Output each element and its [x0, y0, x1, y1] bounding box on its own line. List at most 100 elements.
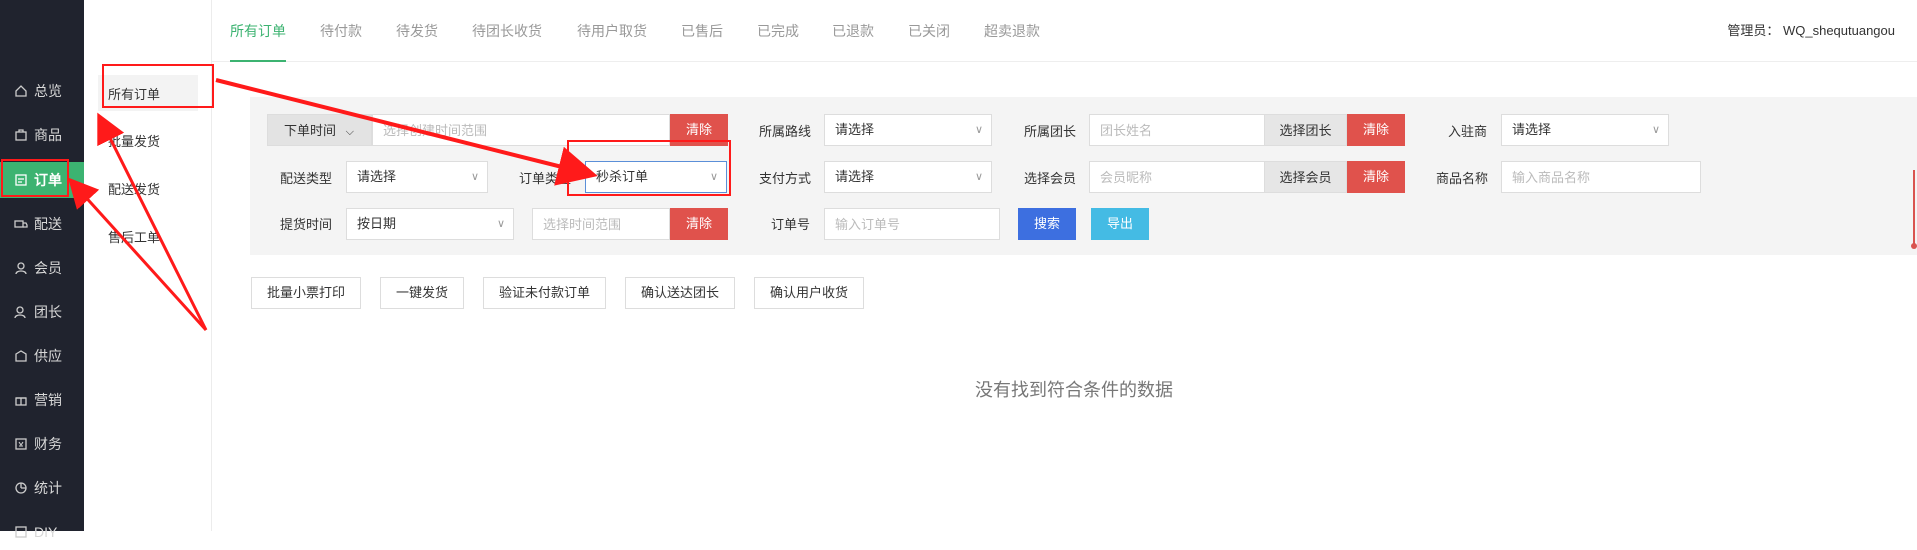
sidebar-item-supply[interactable]: 供应 — [0, 338, 84, 374]
select-member-button[interactable]: 选择会员 — [1264, 161, 1347, 193]
clear-member-button[interactable]: 清除 — [1347, 161, 1405, 193]
sidebar-item-label: 团长 — [34, 304, 62, 320]
tab-completed[interactable]: 已完成 — [757, 0, 799, 62]
sidebar-item-label: 商品 — [34, 127, 62, 143]
confirm-user-receipt-button[interactable]: 确认用户收货 — [754, 277, 864, 309]
goods-icon — [14, 128, 28, 142]
scrollbar[interactable] — [1911, 170, 1917, 250]
annotation-arrows — [67, 78, 598, 332]
chevron-down-icon: ∨ — [974, 124, 983, 136]
user-icon — [14, 261, 28, 275]
supply-icon — [14, 349, 28, 363]
sidebar-item-label: 会员 — [34, 260, 62, 276]
leader-label: 所属团长 — [1024, 124, 1077, 139]
sidebar-item-label: 统计 — [34, 480, 62, 496]
order-no-label: 订单号 — [771, 217, 811, 232]
route-label: 所属路线 — [759, 124, 812, 139]
merchant-select[interactable]: 请选择 ∨ — [1501, 114, 1669, 146]
sidebar-item-leaders[interactable]: 团长 — [0, 294, 84, 330]
sidebar-item-stats[interactable]: 统计 — [0, 470, 84, 506]
time-type-dropdown[interactable]: 下单时间 ⌵ — [267, 114, 372, 146]
tab-pending-user-pickup[interactable]: 待用户取货 — [577, 0, 647, 62]
sidebar-item-label: 营销 — [34, 392, 62, 408]
sidebar-item-label: 配送 — [34, 216, 62, 232]
highlight-box-all-orders — [102, 64, 214, 108]
chevron-down-icon: ⌵ — [345, 126, 354, 138]
delivery-type-select[interactable]: 请选择 ∨ — [346, 161, 488, 193]
leader-icon — [14, 305, 28, 319]
filter-panel: 下单时间 ⌵ 清除 所属路线 请选择 ∨ 所属团长 选择团长 清除 入驻商 请选… — [250, 97, 1917, 255]
export-button[interactable]: 导出 — [1091, 208, 1149, 240]
verify-unpaid-button[interactable]: 验证未付款订单 — [483, 277, 606, 309]
confirm-leader-delivery-button[interactable]: 确认送达团长 — [625, 277, 735, 309]
sidebar-item-members[interactable]: 会员 — [0, 250, 84, 286]
leader-name-input[interactable] — [1089, 114, 1265, 146]
tab-pending-shipment[interactable]: 待发货 — [396, 0, 438, 62]
sidebar-item-label: DIY — [34, 524, 58, 540]
subnav-item-label: 售后工单 — [108, 229, 161, 245]
batch-print-receipt-button[interactable]: 批量小票打印 — [251, 277, 361, 309]
tab-refunded[interactable]: 已退款 — [832, 0, 874, 62]
tab-all-orders[interactable]: 所有订单 — [230, 0, 286, 62]
home-icon — [14, 84, 28, 98]
pickup-time-select[interactable]: 按日期 ∨ — [346, 208, 514, 240]
route-select-value: 请选择 — [835, 122, 875, 137]
order-status-tabs: 所有订单 待付款 待发货 待团长收货 待用户取货 已售后 已完成 已退款 已关闭… — [212, 0, 1917, 62]
sidebar-item-label: 供应 — [34, 348, 62, 364]
merchant-select-value: 请选择 — [1512, 122, 1552, 137]
sidebar-item-finance[interactable]: 财务 — [0, 426, 84, 462]
subnav-item-batch-ship[interactable]: 批量发货 — [98, 122, 198, 158]
tab-closed[interactable]: 已关闭 — [908, 0, 950, 62]
chevron-down-icon: ∨ — [496, 218, 505, 230]
sidebar-item-diy[interactable]: DIY — [0, 514, 84, 550]
sidebar-item-label: 总览 — [34, 83, 62, 99]
subnav-item-after-sales[interactable]: 售后工单 — [98, 218, 198, 254]
subnav-item-delivery-ship[interactable]: 配送发货 — [98, 170, 198, 206]
route-select[interactable]: 请选择 ∨ — [824, 114, 992, 146]
order-no-input[interactable] — [824, 208, 1000, 240]
finance-icon — [14, 437, 28, 451]
delivery-type-select-value: 请选择 — [357, 169, 397, 184]
pickup-time-label: 提货时间 — [280, 217, 333, 232]
select-leader-button[interactable]: 选择团长 — [1264, 114, 1347, 146]
chevron-down-icon: ∨ — [1651, 124, 1660, 136]
sidebar-item-label: 财务 — [34, 436, 62, 452]
pay-method-label: 支付方式 — [759, 171, 812, 186]
member-nickname-input[interactable] — [1089, 161, 1265, 193]
order-type-label: 订单类型 — [519, 171, 572, 186]
clear-leader-button[interactable]: 清除 — [1347, 114, 1405, 146]
diy-icon — [14, 525, 28, 539]
pay-method-select[interactable]: 请选择 ∨ — [824, 161, 992, 193]
subnav-item-label: 配送发货 — [108, 181, 161, 197]
one-click-ship-button[interactable]: 一键发货 — [380, 277, 464, 309]
tab-pending-payment[interactable]: 待付款 — [320, 0, 362, 62]
tab-oversold-refund[interactable]: 超卖退款 — [984, 0, 1040, 62]
highlight-box-order-type — [567, 140, 731, 196]
highlight-box-orders — [1, 159, 69, 197]
chevron-down-icon: ∨ — [470, 171, 479, 183]
stats-icon — [14, 481, 28, 495]
delivery-type-label: 配送类型 — [280, 171, 333, 186]
chevron-down-icon: ∨ — [974, 171, 983, 183]
time-type-label: 下单时间 — [284, 123, 337, 138]
pickup-time-range-input[interactable] — [532, 208, 670, 240]
member-label: 选择会员 — [1024, 171, 1077, 186]
product-name-label: 商品名称 — [1436, 171, 1489, 186]
sidebar-item-goods[interactable]: 商品 — [0, 117, 84, 153]
sidebar-item-delivery[interactable]: 配送 — [0, 206, 84, 242]
delivery-icon — [14, 217, 28, 231]
pickup-time-select-value: 按日期 — [357, 216, 397, 231]
empty-state-message: 没有找到符合条件的数据 — [975, 380, 1173, 400]
merchant-label: 入驻商 — [1448, 124, 1488, 139]
search-button[interactable]: 搜索 — [1018, 208, 1076, 240]
main-sidebar: 总览 商品 订单 配送 会员 团长 供应 营销 财务 统计 DIY — [0, 0, 84, 540]
admin-label: 管理员： WQ_shequtuangou — [1727, 23, 1895, 38]
pay-method-select-value: 请选择 — [835, 169, 875, 184]
product-name-input[interactable] — [1501, 161, 1701, 193]
tab-after-sales[interactable]: 已售后 — [681, 0, 723, 62]
tab-pending-leader-receipt[interactable]: 待团长收货 — [472, 0, 542, 62]
sidebar-item-marketing[interactable]: 营销 — [0, 382, 84, 418]
sidebar-item-overview[interactable]: 总览 — [0, 73, 84, 109]
clear-pickup-button[interactable]: 清除 — [670, 208, 728, 240]
gift-icon — [14, 393, 28, 407]
